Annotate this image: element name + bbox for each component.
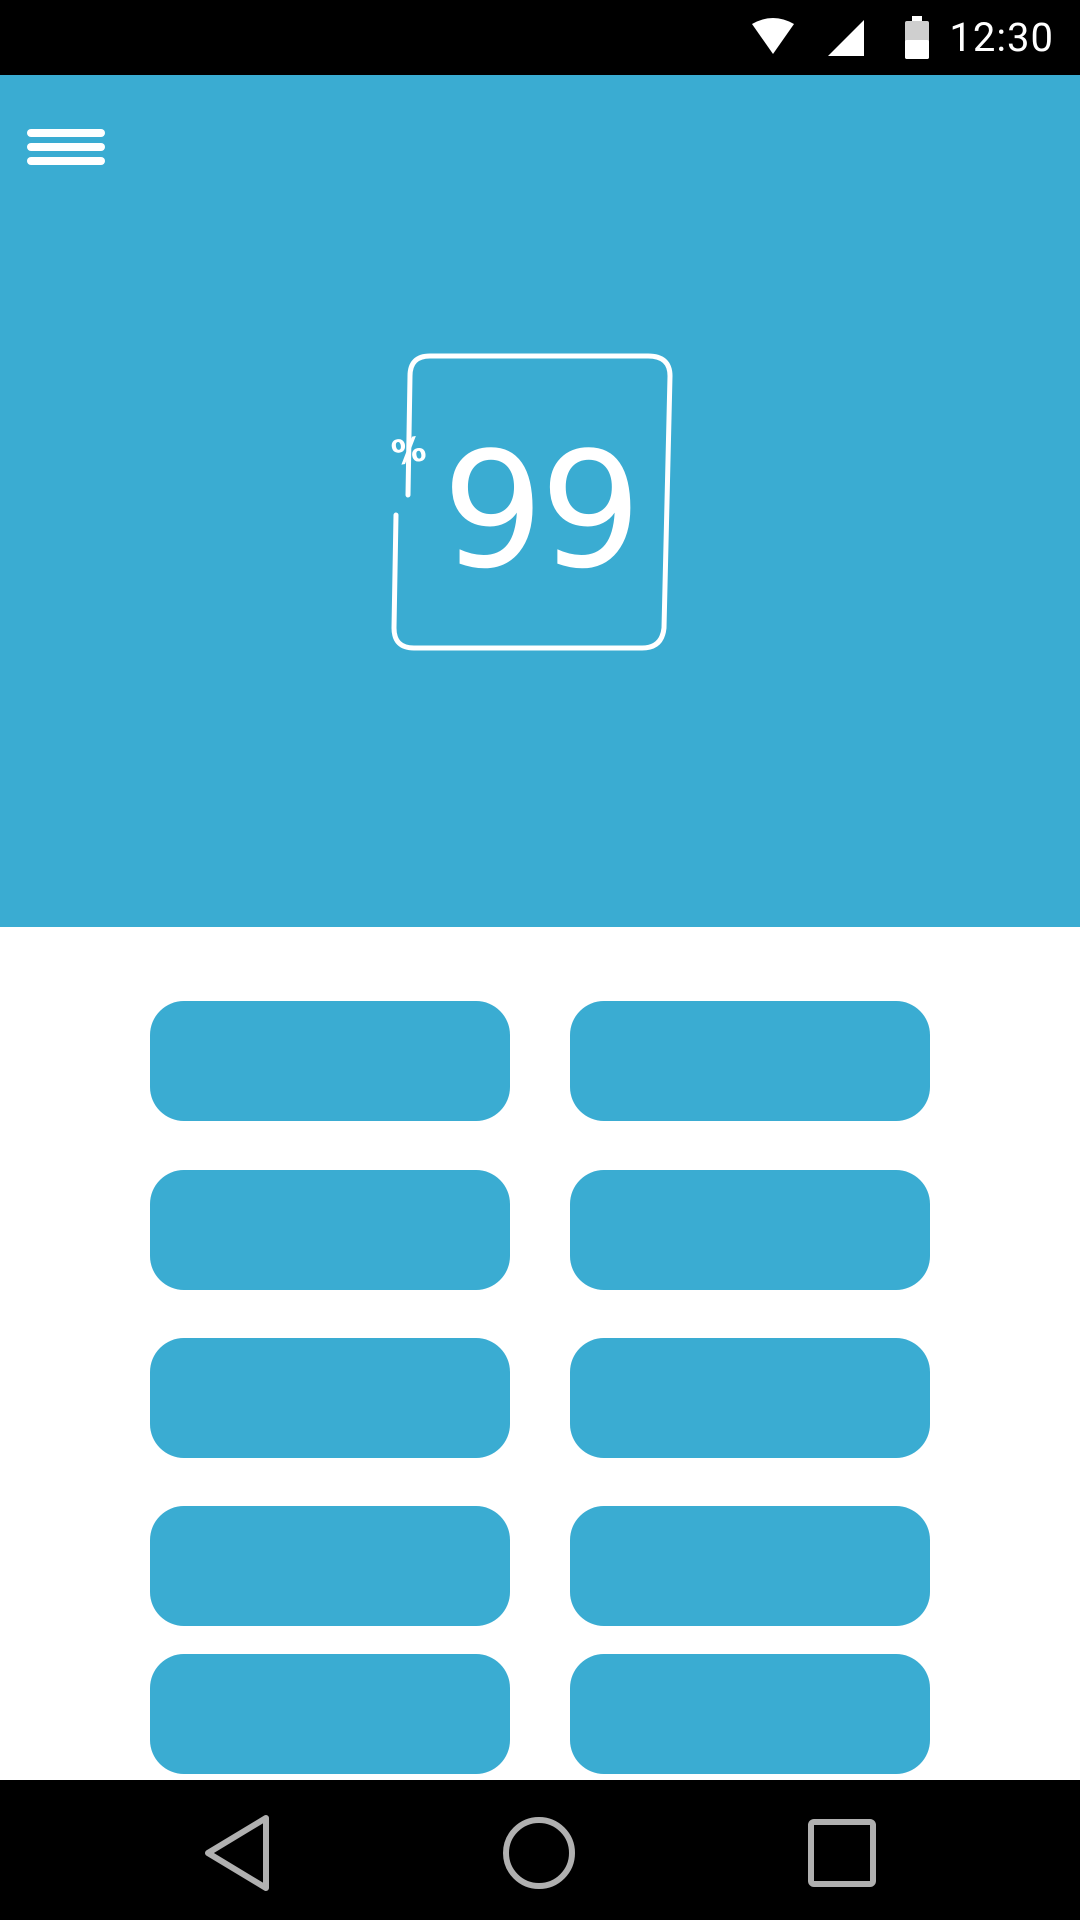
home-icon xyxy=(503,1817,575,1889)
back-icon xyxy=(205,1815,269,1891)
grid-button-label xyxy=(570,1506,930,1626)
grid-button-label xyxy=(570,1338,930,1458)
grid-button-5[interactable] xyxy=(150,1338,510,1458)
back-button[interactable] xyxy=(194,1808,284,1898)
grid-button-label xyxy=(150,1001,510,1121)
signal-icon xyxy=(828,20,864,56)
home-button[interactable] xyxy=(494,1808,584,1898)
grid-button-label xyxy=(570,1001,930,1121)
grid-button-label xyxy=(570,1654,930,1774)
navigation-bar xyxy=(0,1780,1080,1920)
grid-button-3[interactable] xyxy=(150,1170,510,1290)
battery-icon xyxy=(905,16,929,59)
menu-button[interactable] xyxy=(20,99,110,183)
grid-button-label xyxy=(150,1506,510,1626)
recents-button[interactable] xyxy=(797,1808,887,1898)
status-time: 12:30 xyxy=(949,14,1054,61)
grid-button-label xyxy=(150,1338,510,1458)
recents-icon xyxy=(808,1819,876,1887)
grid-button-10[interactable] xyxy=(570,1654,930,1774)
logo-percent-symbol: % xyxy=(389,429,430,474)
grid-button-label xyxy=(570,1170,930,1290)
grid-button-9[interactable] xyxy=(150,1654,510,1774)
app-logo: % 99 xyxy=(382,348,698,654)
grid-button-1[interactable] xyxy=(150,1001,510,1121)
wifi-icon xyxy=(752,18,794,54)
grid-button-8[interactable] xyxy=(570,1506,930,1626)
grid-button-label xyxy=(150,1654,510,1774)
status-bar: 12:30 xyxy=(0,0,1080,75)
logo-number: 99 xyxy=(442,417,638,604)
grid-button-7[interactable] xyxy=(150,1506,510,1626)
grid-button-2[interactable] xyxy=(570,1001,930,1121)
grid-button-6[interactable] xyxy=(570,1338,930,1458)
app-header: % 99 xyxy=(0,75,1080,927)
grid-button-4[interactable] xyxy=(570,1170,930,1290)
grid-button-label xyxy=(150,1170,510,1290)
hamburger-menu-icon xyxy=(27,129,105,165)
